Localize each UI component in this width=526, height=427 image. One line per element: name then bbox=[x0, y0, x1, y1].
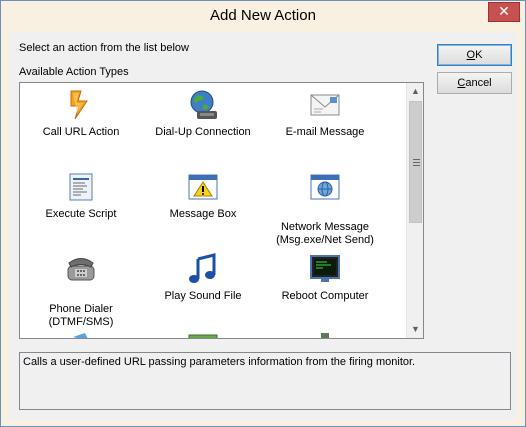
title-bar[interactable]: Add New Action ✕ bbox=[1, 1, 525, 32]
action-item-phone-dialer[interactable]: Phone Dialer (DTMF/SMS) bbox=[20, 253, 140, 328]
action-item-label: Network Message (Msg.exe/Net Send) bbox=[264, 208, 386, 247]
action-item-message-box[interactable]: Message Box bbox=[142, 171, 262, 231]
partial-icon bbox=[73, 333, 88, 338]
music-note-icon bbox=[189, 253, 216, 283]
action-item-label: Reboot Computer bbox=[281, 290, 369, 302]
action-item-label: E-mail Message bbox=[285, 126, 365, 138]
cancel-button[interactable]: Cancel bbox=[437, 72, 512, 94]
scrollbar-thumb[interactable] bbox=[409, 101, 422, 223]
action-grid: Call URL Action Dial-Up Connection E-mai… bbox=[20, 83, 406, 338]
list-scrollbar[interactable]: ▲ ▼ bbox=[406, 83, 423, 338]
action-item-label: Execute Script bbox=[45, 208, 117, 220]
dialog-client-area: Select an action from the list below Ava… bbox=[9, 32, 517, 420]
partial-icon bbox=[188, 334, 218, 338]
action-item-email[interactable]: E-mail Message bbox=[264, 89, 384, 149]
action-item-partial[interactable] bbox=[142, 333, 262, 338]
action-description-box: Calls a user-defined URL passing paramet… bbox=[19, 352, 511, 410]
action-item-label-line: Phone Dialer (DTMF/SMS) bbox=[48, 303, 114, 328]
globe-phone-icon bbox=[190, 90, 217, 119]
action-item-call-url[interactable]: Call URL Action bbox=[20, 89, 140, 149]
grip-icon bbox=[413, 158, 420, 166]
action-types-list[interactable]: Call URL Action Dial-Up Connection E-mai… bbox=[19, 82, 424, 339]
scroll-down-arrow-icon[interactable]: ▼ bbox=[407, 321, 423, 338]
instruction-label: Select an action from the list below bbox=[19, 42, 189, 54]
action-item-label: Play Sound File bbox=[164, 290, 242, 302]
network-window-icon bbox=[310, 174, 340, 200]
action-item-label: Dial-Up Connection bbox=[155, 126, 251, 138]
available-actions-label: Available Action Types bbox=[19, 66, 129, 78]
action-item-label: Message Box bbox=[169, 208, 237, 220]
close-icon: ✕ bbox=[498, 3, 510, 19]
action-item-label-line: Network Message (Msg.exe/Net Send) bbox=[276, 221, 374, 246]
action-item-execute-script[interactable]: Execute Script bbox=[20, 171, 140, 231]
envelope-icon bbox=[310, 94, 340, 116]
action-description-text: Calls a user-defined URL passing paramet… bbox=[23, 356, 416, 368]
action-item-reboot-computer[interactable]: Reboot Computer bbox=[264, 253, 384, 313]
dialog-window: Add New Action ✕ Select an action from t… bbox=[0, 0, 526, 427]
action-item-label: Call URL Action bbox=[42, 126, 120, 138]
action-item-partial[interactable] bbox=[20, 333, 140, 338]
telephone-icon bbox=[67, 258, 95, 281]
ok-button[interactable]: OK bbox=[437, 44, 512, 66]
partial-icon bbox=[321, 333, 329, 338]
close-button[interactable]: ✕ bbox=[488, 2, 520, 22]
scroll-up-arrow-icon[interactable]: ▲ bbox=[407, 83, 423, 100]
action-item-label: Phone Dialer (DTMF/SMS) bbox=[20, 290, 142, 329]
lightning-icon bbox=[70, 90, 88, 120]
action-item-network-message[interactable]: Network Message (Msg.exe/Net Send) bbox=[264, 171, 384, 246]
action-item-play-sound[interactable]: Play Sound File bbox=[142, 253, 262, 313]
ok-button-label: OK bbox=[466, 49, 483, 61]
warning-window-icon bbox=[188, 174, 218, 200]
action-item-dialup[interactable]: Dial-Up Connection bbox=[142, 89, 262, 149]
monitor-icon bbox=[310, 255, 340, 282]
action-item-partial[interactable] bbox=[264, 333, 384, 338]
window-title: Add New Action bbox=[210, 7, 316, 24]
script-icon bbox=[69, 173, 93, 201]
cancel-button-label: Cancel bbox=[457, 77, 492, 89]
